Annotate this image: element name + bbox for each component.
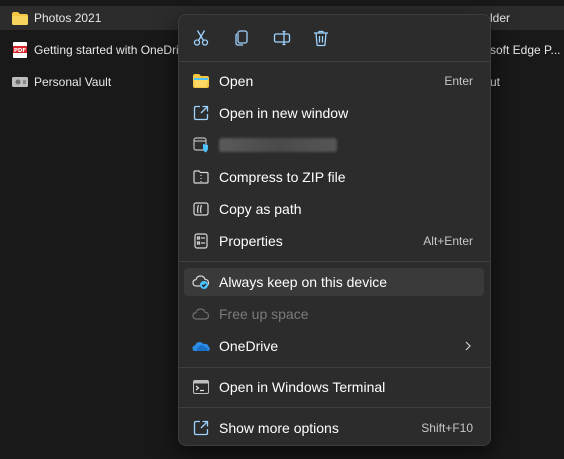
file-type: lder: [490, 11, 511, 25]
cut-button[interactable]: [187, 24, 215, 52]
context-menu: Open Enter Open in new window Compress t…: [178, 14, 491, 446]
file-name: Getting started with OneDriv: [34, 43, 185, 57]
menu-separator: [179, 61, 490, 62]
zip-icon: [192, 168, 210, 186]
open-new-window-icon: [192, 104, 210, 122]
menu-item-label: Always keep on this device: [219, 274, 388, 290]
file-type: ut: [490, 75, 501, 89]
chevron-right-icon: [464, 339, 472, 353]
copy-button[interactable]: [228, 24, 256, 52]
menu-item-open-terminal[interactable]: Open in Windows Terminal: [184, 373, 484, 401]
menu-item-label: Copy as path: [219, 201, 302, 217]
rename-icon: [273, 29, 291, 47]
more-options-icon: [192, 419, 210, 437]
menu-item-label: Open in new window: [219, 105, 349, 121]
menu-item-show-more-options[interactable]: Show more options Shift+F10: [184, 414, 484, 442]
menu-item-label-redacted: [219, 138, 337, 152]
folder-open-icon: [192, 72, 210, 90]
menu-item-copy-as-path[interactable]: Copy as path: [184, 195, 484, 223]
cloud-outline-icon: [192, 305, 210, 323]
file-name: Personal Vault: [34, 75, 112, 89]
menu-item-always-keep[interactable]: Always keep on this device: [184, 268, 484, 296]
menu-separator: [179, 367, 490, 368]
cut-icon: [192, 29, 210, 47]
pdf-icon: PDF: [12, 42, 28, 58]
menu-item-open-new-window[interactable]: Open in new window: [184, 99, 484, 127]
menu-item-label: OneDrive: [219, 338, 279, 354]
rename-button[interactable]: [268, 24, 296, 52]
menu-item-properties[interactable]: Properties Alt+Enter: [184, 227, 484, 255]
menu-item-label: Free up space: [219, 306, 309, 322]
menu-item-label: Show more options: [219, 420, 339, 436]
menu-item-label: Compress to ZIP file: [219, 169, 346, 185]
terminal-icon: [192, 378, 210, 396]
menu-item-label: Properties: [219, 233, 283, 249]
menu-item-shortcut: Shift+F10: [421, 421, 473, 435]
menu-toolbar: [179, 15, 490, 61]
menu-item-compress-zip[interactable]: Compress to ZIP file: [184, 163, 484, 191]
onedrive-icon: [192, 337, 210, 355]
menu-item-free-up-space: Free up space: [184, 300, 484, 328]
menu-item-onedrive[interactable]: OneDrive: [184, 332, 484, 360]
shield-folder-icon: [192, 136, 210, 154]
vault-icon: [12, 75, 28, 89]
menu-item-shortcut: Enter: [444, 74, 473, 88]
menu-item-redacted[interactable]: [184, 131, 484, 159]
menu-item-label: Open: [219, 73, 254, 89]
menu-separator: [179, 407, 490, 408]
folder-icon: [12, 11, 28, 25]
file-name: Photos 2021: [34, 11, 102, 25]
menu-item-shortcut: Alt+Enter: [423, 234, 473, 248]
delete-icon: [312, 29, 330, 47]
menu-item-open[interactable]: Open Enter: [184, 67, 484, 95]
delete-button[interactable]: [307, 24, 335, 52]
pdf-icon-text: PDF: [14, 48, 27, 54]
copy-path-icon: [192, 200, 210, 218]
cloud-keep-icon: [192, 273, 210, 291]
copy-icon: [233, 29, 251, 47]
file-type: soft Edge P...: [490, 43, 561, 57]
properties-icon: [192, 232, 210, 250]
menu-separator: [179, 261, 490, 262]
menu-item-label: Open in Windows Terminal: [219, 379, 386, 395]
